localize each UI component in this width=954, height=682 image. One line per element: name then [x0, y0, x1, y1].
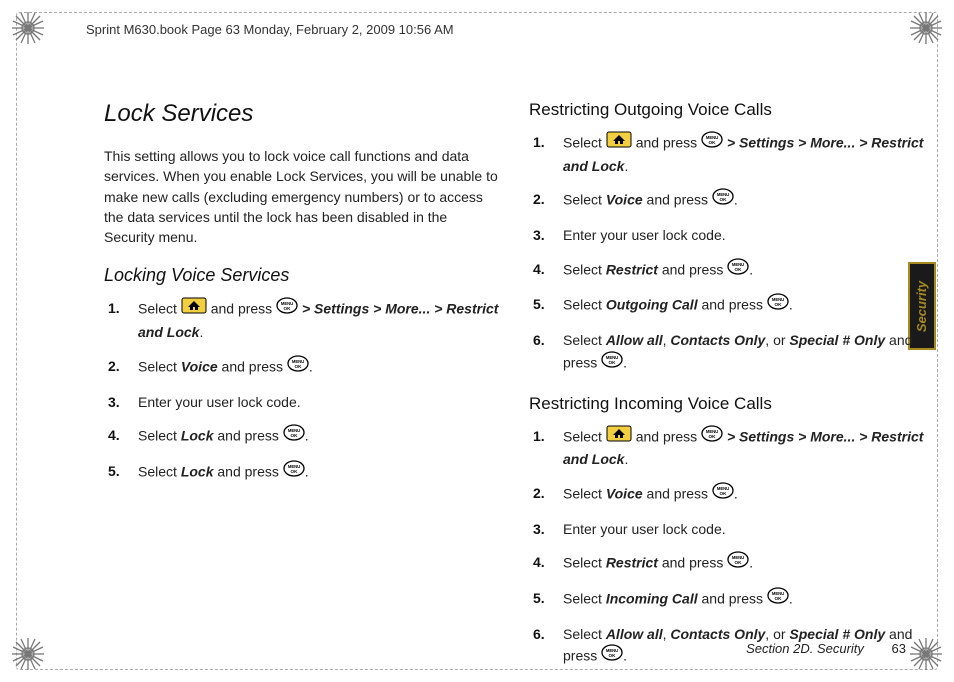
- subsection-locking-voice: Locking Voice Services: [104, 265, 499, 286]
- menu-ok-key-icon: [767, 293, 789, 317]
- step: Select Outgoing Call and press .: [557, 294, 924, 318]
- menu-ok-key-icon: [727, 258, 749, 282]
- step: Select Allow all, Contacts Only, or Spec…: [557, 330, 924, 375]
- step: Select Restrict and press .: [557, 552, 924, 576]
- step: Select Restrict and press .: [557, 259, 924, 283]
- menu-ok-key-icon: [701, 131, 723, 155]
- crop-mark-icon: [8, 8, 48, 48]
- step: Enter your user lock code.: [132, 392, 499, 414]
- menu-ok-key-icon: [767, 587, 789, 611]
- home-key-icon: [181, 297, 207, 321]
- step: Select and press > Settings > More... > …: [557, 132, 924, 177]
- steps-outgoing: Select and press > Settings > More... > …: [529, 132, 924, 376]
- home-key-icon: [606, 131, 632, 155]
- menu-ok-key-icon: [701, 425, 723, 449]
- home-key-icon: [606, 425, 632, 449]
- menu-ok-key-icon: [712, 188, 734, 212]
- column-right: Restricting Outgoing Voice Calls Select …: [529, 100, 924, 626]
- crop-mark-icon: [8, 634, 48, 674]
- menu-ok-key-icon: [283, 460, 305, 484]
- step: Enter your user lock code.: [557, 225, 924, 247]
- menu-ok-key-icon: [283, 424, 305, 448]
- subsection-restrict-outgoing: Restricting Outgoing Voice Calls: [529, 100, 924, 120]
- step: Enter your user lock code.: [557, 519, 924, 541]
- page-number: 63: [892, 641, 906, 656]
- steps-incoming: Select and press > Settings > More... > …: [529, 426, 924, 670]
- header-metadata: Sprint M630.book Page 63 Monday, Februar…: [86, 22, 454, 37]
- step: Select and press > Settings > More... > …: [557, 426, 924, 471]
- footer-section: Section 2D. Security: [746, 641, 864, 656]
- step: Select and press > Settings > More... > …: [132, 298, 499, 343]
- steps-locking-voice: Select and press > Settings > More... > …: [104, 298, 499, 484]
- menu-ok-key-icon: [601, 644, 623, 668]
- intro-paragraph: This setting allows you to lock voice ca…: [104, 146, 499, 247]
- page-body: Lock Services This setting allows you to…: [104, 100, 924, 626]
- subsection-restrict-incoming: Restricting Incoming Voice Calls: [529, 394, 924, 414]
- page-footer: Section 2D. Security 63: [746, 641, 906, 656]
- menu-ok-key-icon: [601, 351, 623, 375]
- step: Select Lock and press .: [132, 461, 499, 485]
- column-left: Lock Services This setting allows you to…: [104, 100, 499, 626]
- crop-mark-icon: [906, 8, 946, 48]
- menu-ok-key-icon: [287, 355, 309, 379]
- step: Select Voice and press .: [557, 483, 924, 507]
- step: Select Voice and press .: [557, 189, 924, 213]
- menu-ok-key-icon: [727, 551, 749, 575]
- step: Select Voice and press .: [132, 356, 499, 380]
- step: Select Incoming Call and press .: [557, 588, 924, 612]
- step: Select Lock and press .: [132, 425, 499, 449]
- menu-ok-key-icon: [276, 297, 298, 321]
- section-title: Lock Services: [104, 100, 499, 128]
- menu-ok-key-icon: [712, 482, 734, 506]
